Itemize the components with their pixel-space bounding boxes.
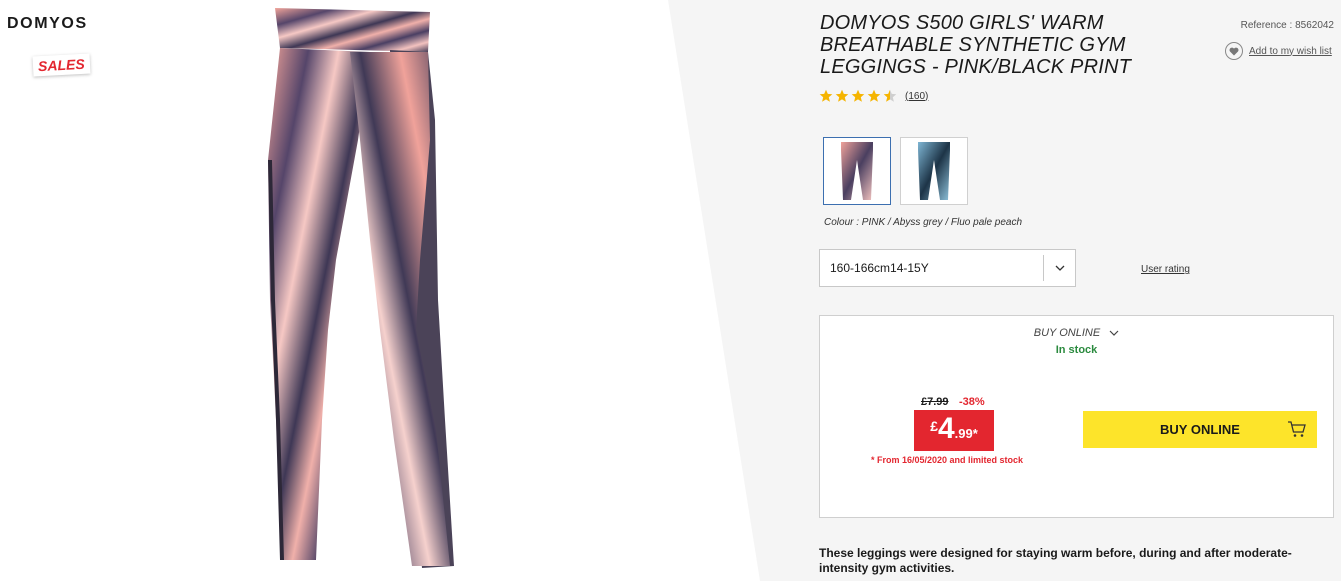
product-page: DOMYOS SALES DOMYOS S500 GIRLS' WARM BRE…	[0, 0, 1341, 581]
cart-icon	[1288, 421, 1306, 437]
star-icon	[867, 89, 881, 102]
purchase-box: BUY ONLINE In stock £7.99 -38% £ 4 .99* …	[819, 315, 1334, 518]
product-title: DOMYOS S500 GIRLS' WARM BREATHABLE SYNTH…	[820, 12, 1132, 78]
sales-badge: SALES	[32, 53, 91, 77]
price-integer: 4	[937, 412, 955, 445]
price-note: * From 16/05/2020 and limited stock	[871, 455, 1024, 465]
heart-icon[interactable]	[1225, 42, 1243, 60]
colour-label: Colour : PINK / Abyss grey / Fluo pale p…	[824, 217, 1023, 228]
thumbnail-image	[918, 142, 950, 200]
star-half-icon	[883, 89, 897, 102]
old-price: £7.99	[921, 396, 949, 408]
buy-button-label: BUY ONLINE	[1160, 422, 1240, 437]
buy-online-button[interactable]: BUY ONLINE	[1083, 411, 1317, 448]
price-currency: £	[930, 418, 938, 434]
price-decimal: .99*	[954, 426, 978, 441]
star-rating[interactable]: (160)	[819, 89, 928, 103]
chevron-down-icon	[1109, 330, 1119, 336]
brand-logo: DOMYOS	[7, 15, 88, 32]
star-icon	[835, 89, 849, 102]
size-select[interactable]: 160-166cm14-15Y	[819, 249, 1076, 287]
current-price: £ 4 .99*	[914, 410, 994, 451]
product-description: These leggings were designed for staying…	[819, 546, 1292, 575]
thumbnail-image	[841, 142, 873, 200]
user-rating-link[interactable]: User rating	[1141, 264, 1190, 275]
star-icon	[851, 89, 865, 102]
stock-status: In stock	[1055, 344, 1098, 356]
thumbnail-pink-black[interactable]	[823, 137, 891, 205]
product-photo[interactable]	[240, 0, 490, 581]
chevron-down-icon[interactable]	[1043, 255, 1075, 281]
size-value: 160-166cm14-15Y	[830, 261, 929, 275]
discount-badge: -38%	[959, 396, 985, 408]
product-image-area: DOMYOS SALES	[0, 0, 668, 581]
channel-label: BUY ONLINE	[1033, 327, 1101, 340]
thumbnail-blue[interactable]	[900, 137, 968, 205]
review-count[interactable]: (160)	[905, 91, 928, 102]
star-icon	[819, 89, 833, 102]
wishlist-label[interactable]: Add to my wish list	[1249, 46, 1332, 57]
channel-selector[interactable]: BUY ONLINE	[820, 327, 1333, 339]
add-to-wishlist[interactable]: Add to my wish list	[1225, 42, 1332, 60]
reference-number: Reference : 8562042	[1240, 20, 1334, 31]
colour-thumbnails	[823, 137, 968, 205]
